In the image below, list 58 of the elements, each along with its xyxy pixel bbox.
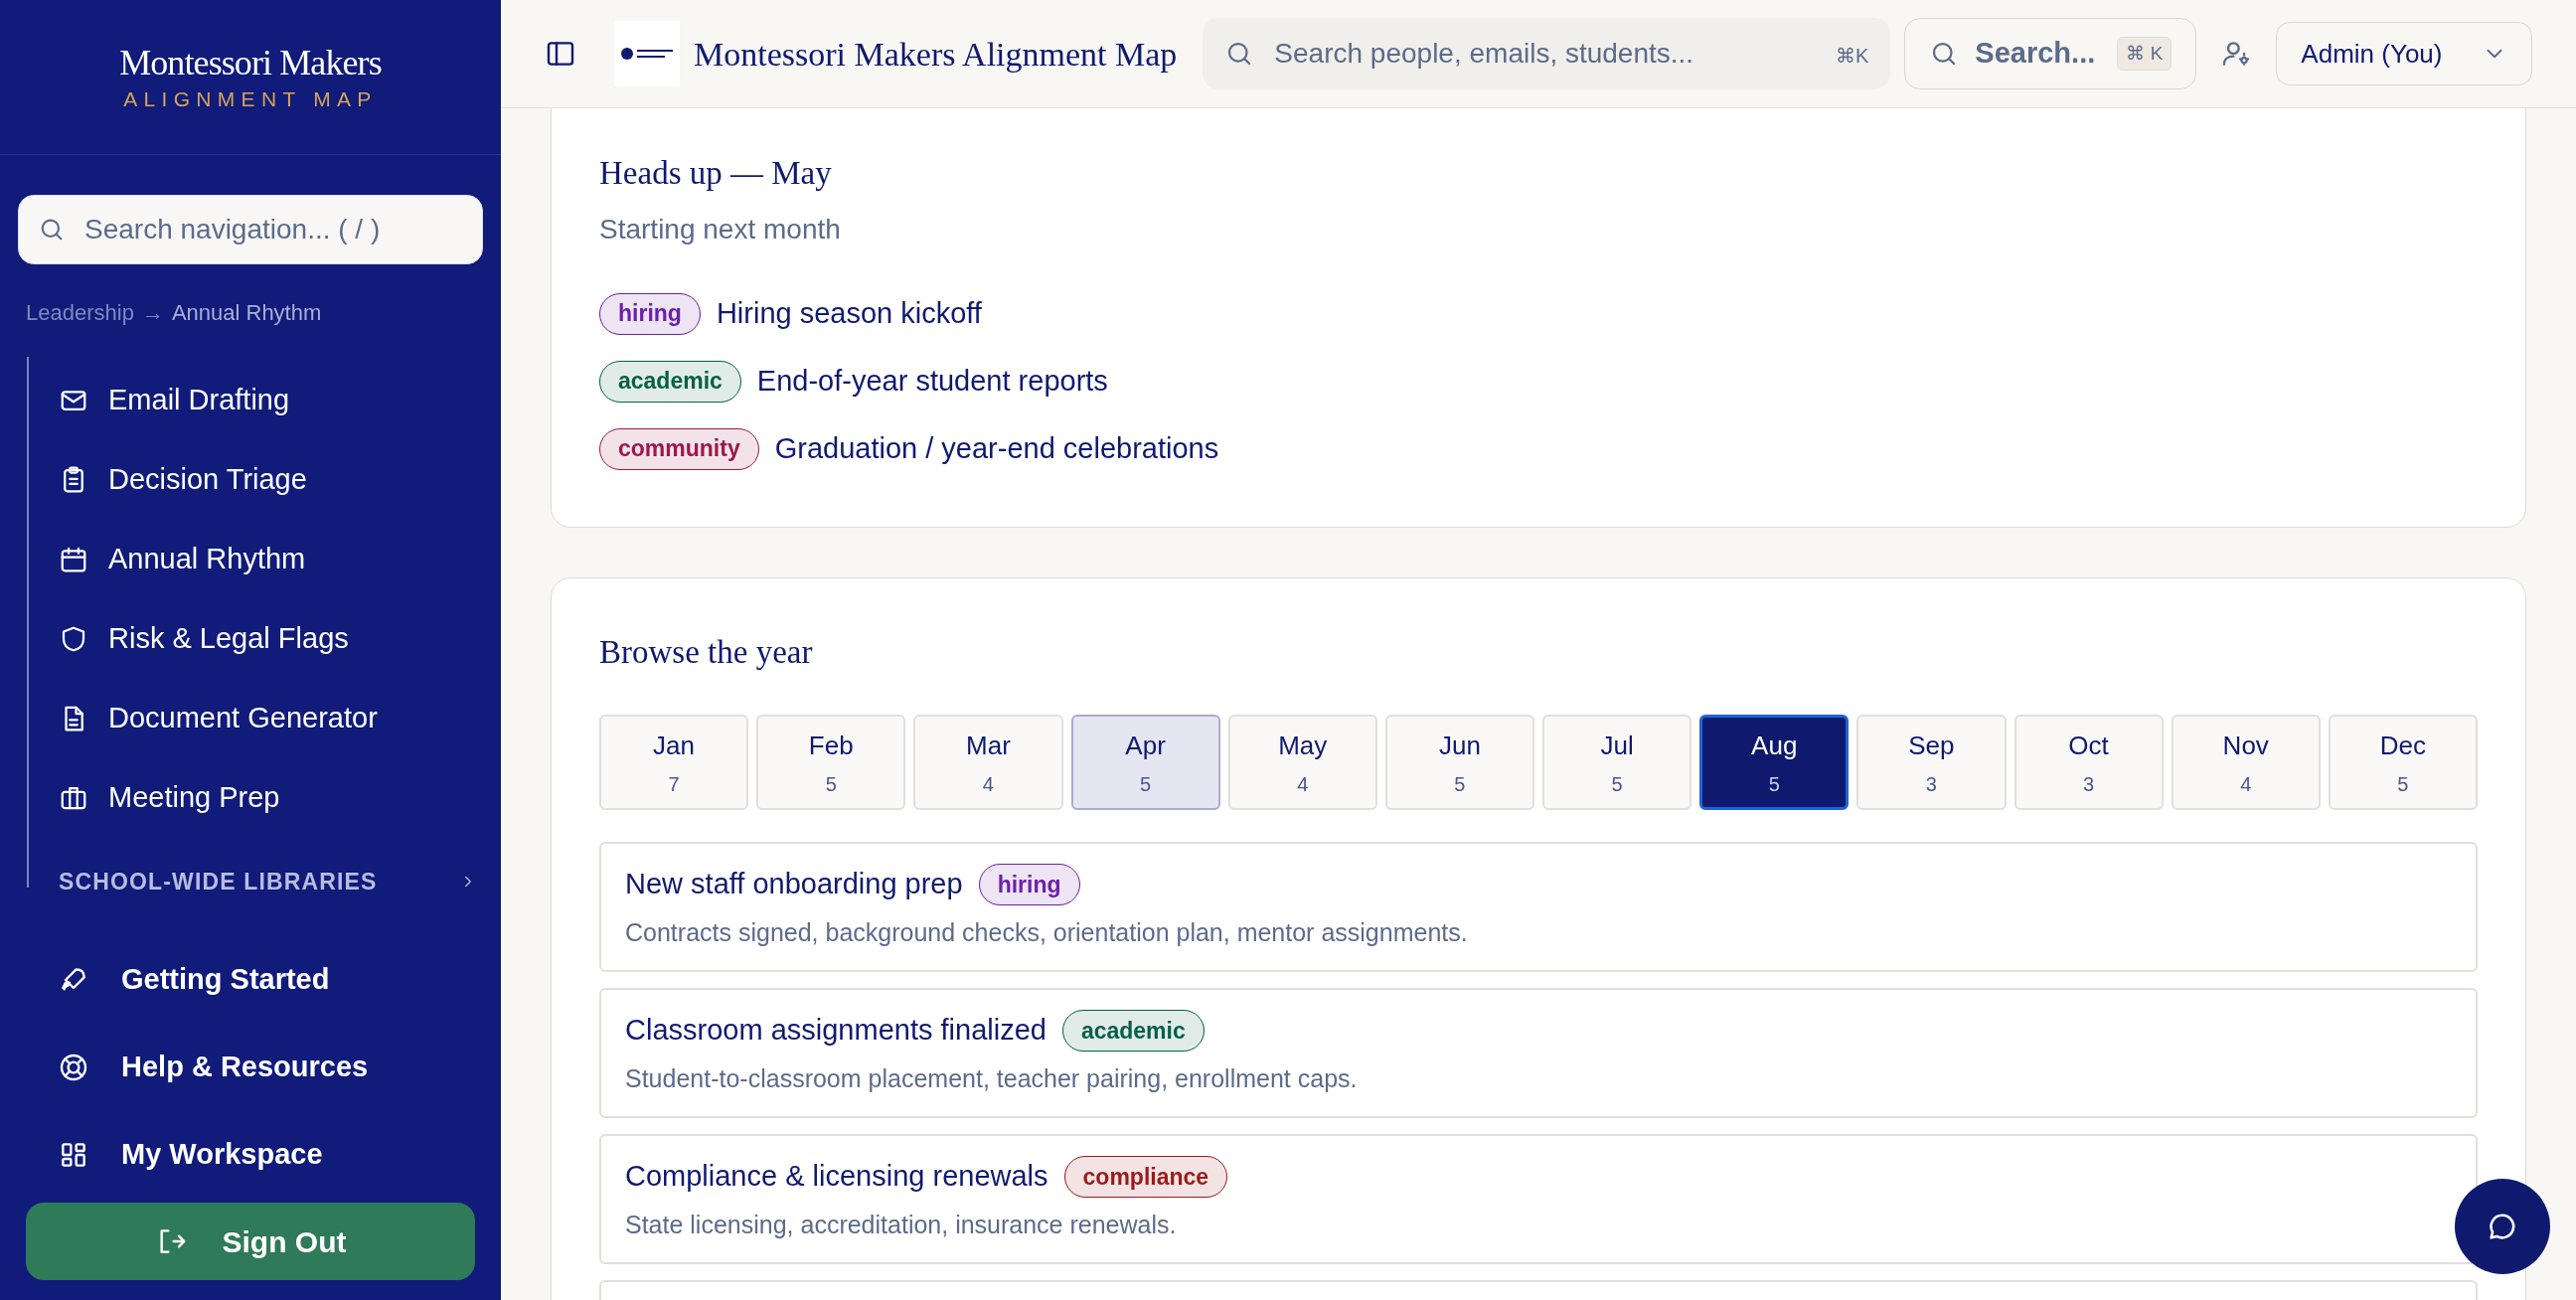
- nav-item[interactable]: Help & Resources: [0, 1024, 501, 1111]
- shortcut-hint: ⌘ K: [2117, 36, 2173, 72]
- month-tab[interactable]: Feb 5: [756, 715, 906, 810]
- tag: academic: [599, 360, 741, 403]
- tag: compliance: [1063, 1155, 1228, 1198]
- event-text: Graduation / year-end celebrations: [774, 430, 1219, 466]
- breadcrumb-item[interactable]: Leadership: [26, 296, 134, 329]
- month-tab[interactable]: Jan 7: [599, 715, 749, 810]
- event-card[interactable]: Compliance & licensing renewals compliance State licensing, accreditation, insurance renewals.: [599, 1134, 2478, 1264]
- month-tab[interactable]: Apr 5: [1070, 715, 1220, 810]
- nav-item[interactable]: Meeting Prep: [29, 758, 501, 838]
- breadcrumb-item[interactable]: Annual Rhythm: [171, 296, 322, 329]
- month-tab[interactable]: Dec 5: [2328, 715, 2478, 810]
- tag: hiring: [978, 863, 1080, 905]
- search-button[interactable]: Search... ⌘ K: [1904, 18, 2197, 89]
- calendar-icon: [59, 545, 88, 574]
- nav-item[interactable]: Risk & Legal Flags: [29, 599, 501, 679]
- event-text: Hiring season kickoff: [716, 295, 982, 331]
- breadcrumb-separator: →: [141, 299, 164, 327]
- nav-item[interactable]: Decision Triage: [29, 440, 501, 520]
- nav-item[interactable]: Getting Started: [0, 936, 501, 1024]
- month-tab[interactable]: Jul 5: [1542, 715, 1692, 810]
- tag: community: [599, 427, 759, 470]
- month-tab[interactable]: Mar 4: [913, 715, 1063, 810]
- event-title: Compliance & licensing renewals: [625, 1159, 1048, 1194]
- event-description: Student-to-classroom placement, teacher pairing, enrollment caps.: [625, 1062, 1359, 1094]
- month-tab[interactable]: Aug 5: [1699, 715, 1850, 810]
- nav-item[interactable]: Document Generator: [29, 679, 501, 758]
- user-dropdown[interactable]: Admin (You): [2276, 22, 2533, 85]
- tag: academic: [1061, 1009, 1205, 1052]
- card-subtitle: Starting next month: [599, 212, 842, 246]
- brand-title: Montessori Makers: [119, 45, 382, 81]
- event-card[interactable]: New staff onboarding prep hiring Contracts signed, background checks, orientation plan, mentor assignments.: [599, 842, 2478, 972]
- shortcut-hint: ⌘K: [1836, 44, 1869, 69]
- month-tab[interactable]: May 4: [1227, 715, 1377, 810]
- month-tab[interactable]: Sep 3: [1856, 715, 2007, 810]
- month-tab[interactable]: Oct 3: [2013, 715, 2164, 810]
- search-field[interactable]: Search navigation... ( / ): [18, 195, 483, 264]
- event-card[interactable]: Classroom assignments finalized academic Student-to-classroom placement, teacher pairing, enrollment caps.: [599, 988, 2478, 1118]
- logo-icon: [621, 46, 673, 62]
- event-description: State licensing, accreditation, insurance renewals.: [625, 1209, 1178, 1240]
- tag: hiring: [599, 292, 701, 335]
- nav-item[interactable]: My Workspace: [0, 1111, 501, 1199]
- sign-out-button[interactable]: Sign Out: [26, 1203, 475, 1280]
- section-header[interactable]: SCHOOL-WIDE LIBRARIES: [29, 838, 501, 895]
- month-tab[interactable]: Nov 4: [2171, 715, 2321, 810]
- event-title: Classroom assignments finalized: [625, 1013, 1046, 1048]
- event-text: End-of-year student reports: [756, 363, 1108, 399]
- nav-item[interactable]: Email Drafting: [29, 361, 501, 440]
- app-title: Montessori Makers Alignment Map: [694, 34, 1178, 75]
- lifebuoy-icon: [58, 1052, 89, 1083]
- card-title: Heads up — May: [599, 154, 833, 193]
- month-tab[interactable]: Jun 5: [1384, 715, 1534, 810]
- card-title: Browse the year: [599, 632, 814, 672]
- brand-subtitle: ALIGNMENT MAP: [123, 88, 378, 109]
- event-description: Contracts signed, background checks, orientation plan, mentor assignments.: [625, 916, 1469, 948]
- event-title: New staff onboarding prep: [625, 867, 963, 901]
- nav-item[interactable]: Annual Rhythm: [29, 520, 501, 599]
